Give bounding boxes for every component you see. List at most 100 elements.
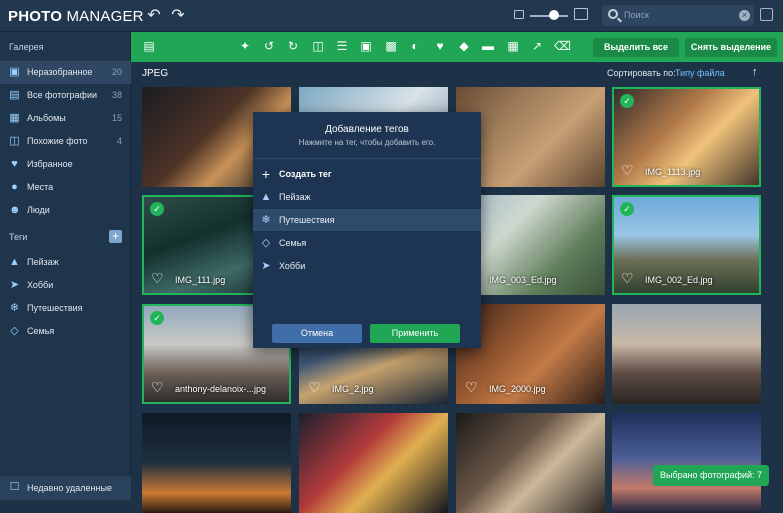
- selected-count-badge: Выбрано фотографий: 7: [653, 465, 769, 486]
- favorite-heart-icon[interactable]: ♡: [621, 270, 634, 287]
- add-tag-button[interactable]: +: [109, 230, 122, 243]
- favorite-icon[interactable]: ♥: [433, 39, 447, 53]
- photo-filename: anthony-delanoix-...jpg: [175, 384, 267, 394]
- sidebar-item-label: Места: [27, 182, 54, 192]
- flip-horizontal-icon[interactable]: ◫: [311, 39, 325, 53]
- sidebar-item-people[interactable]: ☻ Люди: [0, 199, 131, 222]
- sidebar-item-label: Хобби: [27, 280, 54, 290]
- tag-icon[interactable]: ◆: [457, 39, 471, 53]
- favorite-heart-icon[interactable]: ♡: [465, 379, 478, 396]
- sidebar-tag-hobby[interactable]: ➤ Хобби: [0, 274, 131, 297]
- photo-filename: IMG_2.jpg: [332, 384, 374, 394]
- calendar-icon[interactable]: [760, 8, 773, 21]
- search-icon: [608, 9, 618, 19]
- tag-item-label: Создать тег: [279, 169, 332, 179]
- photo-thumbnail[interactable]: [612, 304, 761, 404]
- sidebar-item-favorites[interactable]: ♥ Избранное: [0, 153, 131, 176]
- clear-search-icon[interactable]: ×: [739, 10, 750, 21]
- sidebar-item-albums[interactable]: ▦ Альбомы 15: [0, 107, 131, 130]
- cancel-button[interactable]: Отмена: [272, 324, 362, 343]
- photo-filename: IMG_1113.jpg: [645, 167, 701, 177]
- sidebar-item-label: Семья: [27, 326, 55, 336]
- add-tags-dialog: Добавление тегов Нажмите на тег, чтобы д…: [253, 112, 481, 348]
- selected-check-icon[interactable]: ✓: [150, 202, 164, 216]
- sort-dropdown[interactable]: Типу файла: [675, 68, 725, 78]
- crop-icon[interactable]: ▣: [359, 39, 373, 53]
- heart-icon: ♥: [11, 158, 18, 170]
- selected-check-icon[interactable]: ✓: [620, 94, 634, 108]
- redo-icon[interactable]: ↷: [168, 6, 188, 26]
- favorite-heart-icon[interactable]: ♡: [621, 162, 634, 179]
- zoom-out-icon[interactable]: [514, 10, 524, 19]
- tag-item-landscape[interactable]: ▲ Пейзаж: [253, 186, 481, 208]
- apply-button[interactable]: Применить: [370, 324, 460, 343]
- plus-icon: +: [261, 166, 271, 182]
- undo-icon[interactable]: ↶: [144, 6, 164, 26]
- person-icon: ☻: [9, 204, 21, 216]
- tag-item-travel[interactable]: ❄ Путешествия: [253, 209, 481, 231]
- photo-thumbnail[interactable]: ✓ ♡ IMG_002_Ed.jpg: [612, 195, 761, 295]
- top-bar: PHOTO MANAGER ↶ ↷ ×: [0, 0, 783, 32]
- tag-item-label: Пейзаж: [279, 192, 311, 202]
- search-box: ×: [602, 5, 754, 26]
- select-all-button[interactable]: Выделить все: [593, 38, 679, 57]
- tag-item-family[interactable]: ◇ Семья: [253, 232, 481, 254]
- sidebar-item-similar[interactable]: ◫ Похожие фото 4: [0, 130, 131, 153]
- flip-vertical-icon[interactable]: ☰: [335, 39, 349, 53]
- sidebar-item-label: Избранное: [27, 159, 73, 169]
- search-input[interactable]: [624, 8, 734, 22]
- sort-direction-icon[interactable]: ↑: [752, 66, 758, 78]
- sidebar-item-places[interactable]: ● Места: [0, 176, 131, 199]
- sidebar-item-label: Недавно удаленные: [27, 483, 112, 493]
- dialog-divider: [253, 158, 481, 159]
- sidebar-item-recently-deleted[interactable]: ☐ Недавно удаленные: [0, 476, 131, 500]
- deselect-button[interactable]: Снять выделение: [685, 38, 777, 57]
- hobby-tag-icon: ➤: [261, 260, 271, 272]
- inbox-icon: ▣: [9, 66, 20, 78]
- photo-filename: IMG_002_Ed.jpg: [645, 275, 713, 285]
- sidebar-tag-travel[interactable]: ❄ Путешествия: [0, 297, 131, 320]
- delete-icon[interactable]: ⌫: [554, 39, 571, 53]
- sidebar-item-count: 20: [111, 67, 122, 77]
- photo-filename: IMG_2000.jpg: [489, 384, 546, 394]
- photo-thumbnail[interactable]: [142, 413, 291, 513]
- sidebar-item-label: Неразобранное: [27, 67, 93, 77]
- tags-heading: Теги: [9, 232, 28, 242]
- sidebar-item-label: Пейзаж: [27, 257, 59, 267]
- album-icon[interactable]: ▬: [481, 39, 495, 53]
- rotate-right-icon[interactable]: ↻: [286, 39, 300, 53]
- resize-icon[interactable]: ▩: [384, 39, 398, 53]
- trash-icon: ☐: [9, 481, 20, 493]
- add-to-album-icon[interactable]: ▦: [506, 39, 520, 53]
- photo-thumbnail[interactable]: ✓ ♡ IMG_1113.jpg: [612, 87, 761, 187]
- favorite-heart-icon[interactable]: ♡: [308, 379, 321, 396]
- sidebar-tag-landscape[interactable]: ▲ Пейзаж: [0, 251, 131, 274]
- travel-tag-icon: ❄: [261, 214, 271, 226]
- sidebar-tag-family[interactable]: ◇ Семья: [0, 320, 131, 343]
- tag-item-hobby[interactable]: ➤ Хобби: [253, 255, 481, 277]
- zoom-slider-handle[interactable]: [549, 10, 559, 20]
- export-icon[interactable]: ↗: [530, 39, 544, 53]
- selected-check-icon[interactable]: ✓: [150, 311, 164, 325]
- selected-check-icon[interactable]: ✓: [620, 202, 634, 216]
- zoom-in-icon[interactable]: [574, 8, 588, 20]
- rotate-left-icon[interactable]: ↺: [262, 39, 276, 53]
- add-photos-icon[interactable]: ▤: [142, 39, 156, 53]
- magic-wand-icon[interactable]: ✦: [238, 39, 252, 53]
- favorite-heart-icon[interactable]: ♡: [151, 270, 164, 287]
- photo-thumbnail[interactable]: [456, 413, 605, 513]
- photo-filename: IMG_111.jpg: [175, 275, 226, 285]
- sidebar-item-all-photos[interactable]: ▤ Все фотографии 38: [0, 84, 131, 107]
- sidebar-item-unsorted[interactable]: ▣ Неразобранное 20: [0, 61, 131, 84]
- sidebar: Галерея ▣ Неразобранное 20 ▤ Все фотогра…: [0, 32, 131, 500]
- create-tag-item[interactable]: + Создать тег: [253, 163, 481, 185]
- photo-thumbnail[interactable]: [612, 413, 761, 513]
- favorite-heart-icon[interactable]: ♡: [151, 379, 164, 396]
- gallery-heading: Галерея: [9, 42, 44, 52]
- sidebar-item-label: Альбомы: [27, 113, 66, 123]
- sidebar-item-count: 4: [116, 136, 122, 146]
- adjust-icon[interactable]: ◐: [408, 39, 422, 53]
- pin-icon: ●: [11, 181, 18, 193]
- photo-thumbnail[interactable]: [299, 413, 448, 513]
- folder-title: JPEG: [142, 68, 169, 79]
